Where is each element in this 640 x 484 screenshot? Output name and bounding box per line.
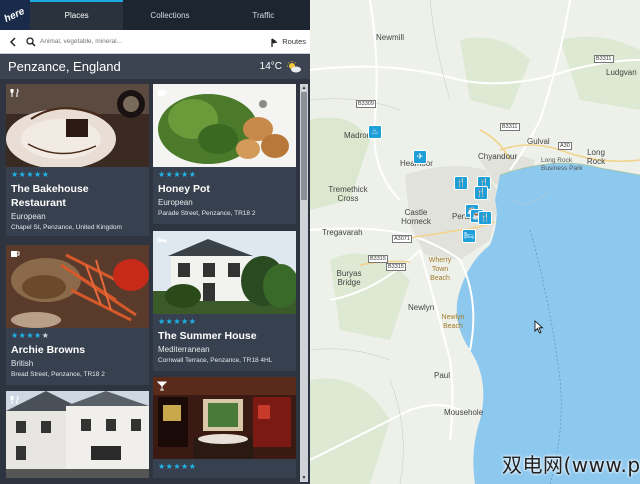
coffee-icon <box>9 248 20 259</box>
place-name: Honey Pot <box>158 183 210 195</box>
place-photo <box>6 245 149 328</box>
bar-icon <box>156 380 167 391</box>
places-grid: ★★★★★ The Bakehouse Restaurant European … <box>6 84 296 478</box>
map-label-wherry-town-beach[interactable]: Wherry Town Beach <box>422 256 458 283</box>
rating-stars: ★★★★★ <box>158 170 197 179</box>
place-photo <box>153 231 296 314</box>
place-cuisine: European <box>11 212 46 221</box>
map-label-tremethick-cross[interactable]: Tremethick Cross <box>320 185 376 203</box>
coffee-icon <box>156 87 167 98</box>
place-cuisine: Mediterranean <box>158 345 210 354</box>
place-info: ★★★★★ The Summer House Mediterranean Cor… <box>153 314 296 369</box>
map-label-chyandour[interactable]: Chyandour <box>478 152 517 161</box>
place-info: ★★★★★ Honey Pot European Parade Street, … <box>153 167 296 222</box>
place-name: The Summer House <box>158 330 257 342</box>
place-card[interactable] <box>6 391 149 478</box>
list-scrollbar[interactable]: ▲ ▼ <box>300 84 308 482</box>
city-name: Penzance, England <box>8 59 121 74</box>
road-badge: B3309 <box>356 100 376 108</box>
search-input[interactable] <box>40 38 240 45</box>
place-name: Archie Browns <box>11 344 86 356</box>
place-info: ★★★★★ <box>153 459 296 477</box>
here-logo[interactable]: here <box>0 0 30 30</box>
map-pin-restaurant-icon[interactable]: 🍴 <box>478 211 492 225</box>
map-pin-attraction-icon[interactable]: ♨ <box>368 125 382 139</box>
map-label-mousehole[interactable]: Mousehole <box>444 408 483 417</box>
place-photo <box>153 377 296 459</box>
scroll-up-arrow-icon[interactable]: ▲ <box>300 84 308 92</box>
place-photo <box>6 84 149 169</box>
tab-bar: here Places Collections Traffic <box>0 0 310 30</box>
search-wrap <box>26 36 269 47</box>
road-badge: A3071 <box>392 235 412 243</box>
map-label-newlyn[interactable]: Newlyn <box>408 303 434 312</box>
tab-collections[interactable]: Collections <box>123 0 216 30</box>
map-view[interactable]: Newmill Ludgvan Madron Heamoor Gulval Ch… <box>310 0 640 484</box>
routes-button[interactable]: Routes <box>269 37 310 47</box>
place-address: Chapel St, Penzance, United Kingdom <box>11 224 122 231</box>
place-photo <box>153 84 296 167</box>
place-card[interactable]: ★★★★★ Honey Pot European Parade Street, … <box>153 84 296 224</box>
routes-icon <box>271 37 278 47</box>
back-arrow-icon <box>9 36 16 47</box>
map-label-gulval[interactable]: Gulval <box>527 137 550 146</box>
map-label-newmill[interactable]: Newmill <box>376 33 404 42</box>
road-badge: B3311 <box>500 123 520 131</box>
sun-cloud-icon <box>287 60 301 72</box>
map-label-long-rock[interactable]: Long Rock <box>586 148 606 166</box>
place-card[interactable]: ★★★★★ Archie Browns British Bread Street… <box>6 245 149 385</box>
restaurant-icon <box>9 394 20 405</box>
place-cuisine: European <box>158 198 193 207</box>
place-address: Cornwall Terrace, Penzance, TR18 4HL <box>158 357 273 364</box>
routes-label: Routes <box>282 37 306 46</box>
map-pin-airport-icon[interactable]: ✈ <box>413 150 427 164</box>
scroll-thumb[interactable] <box>301 92 307 200</box>
rating-stars: ★★★★★ <box>11 331 50 340</box>
place-address: Bread Street, Penzance, TR18 2 <box>11 371 105 378</box>
back-button[interactable] <box>0 30 26 54</box>
place-name: The Bakehouse Restaurant <box>11 183 89 209</box>
place-info: ★★★★★ The Bakehouse Restaurant European … <box>6 167 149 236</box>
map-label-castle-horneck[interactable]: Castle Horneck <box>398 208 434 226</box>
scroll-down-arrow-icon[interactable]: ▼ <box>300 474 308 482</box>
rating-stars: ★★★★★ <box>158 462 197 471</box>
map-label-ludgvan[interactable]: Ludgvan <box>606 68 637 77</box>
place-card[interactable]: ★★★★★ The Summer House Mediterranean Cor… <box>153 231 296 371</box>
place-photo <box>6 391 149 478</box>
map-label-long-rock-business-park[interactable]: Long Rock Business Park <box>541 157 587 173</box>
logo-text: here <box>3 5 27 25</box>
rating-stars: ★★★★★ <box>11 170 50 179</box>
map-label-tregavarah[interactable]: Tregavarah <box>322 228 363 237</box>
mouse-cursor-icon <box>534 320 544 334</box>
place-info: ★★★★★ Archie Browns British Bread Street… <box>6 328 149 383</box>
search-bar: Routes <box>0 30 310 54</box>
road-badge: B3315 <box>368 255 388 263</box>
map-label-buryas-bridge[interactable]: Buryas Bridge <box>332 269 366 287</box>
map-pin-hotel-icon[interactable]: 🛏 <box>462 229 476 243</box>
tab-traffic[interactable]: Traffic <box>217 0 310 30</box>
map-label-newlyn-beach[interactable]: Newlyn Beach <box>440 313 466 331</box>
map-pin-restaurant-icon[interactable]: 🍴 <box>474 186 488 200</box>
places-panel: here Places Collections Traffic Routes P… <box>0 0 310 484</box>
road-badge: B3315 <box>386 263 406 271</box>
road-badge: A30 <box>558 142 572 150</box>
hotel-icon <box>156 234 167 245</box>
location-header: Penzance, England 14°C <box>0 54 310 79</box>
place-card[interactable]: ★★★★★ The Bakehouse Restaurant European … <box>6 84 149 236</box>
map-label-paul[interactable]: Paul <box>434 371 450 380</box>
tab-places[interactable]: Places <box>30 0 124 30</box>
road-badge: B3311 <box>594 55 614 63</box>
map-pin-restaurant-icon[interactable]: 🍴 <box>454 176 468 190</box>
rating-stars: ★★★★★ <box>158 317 197 326</box>
weather: 14°C <box>259 60 302 73</box>
place-card[interactable]: ★★★★★ <box>153 377 296 478</box>
watermark-text: 双电网(www.pcpc.me) <box>502 453 640 477</box>
restaurant-icon <box>9 87 20 98</box>
search-icon <box>26 36 36 47</box>
place-cuisine: British <box>11 359 34 368</box>
temperature: 14°C <box>259 61 282 72</box>
place-address: Parade Street, Penzance, TR18 2 <box>158 210 256 217</box>
